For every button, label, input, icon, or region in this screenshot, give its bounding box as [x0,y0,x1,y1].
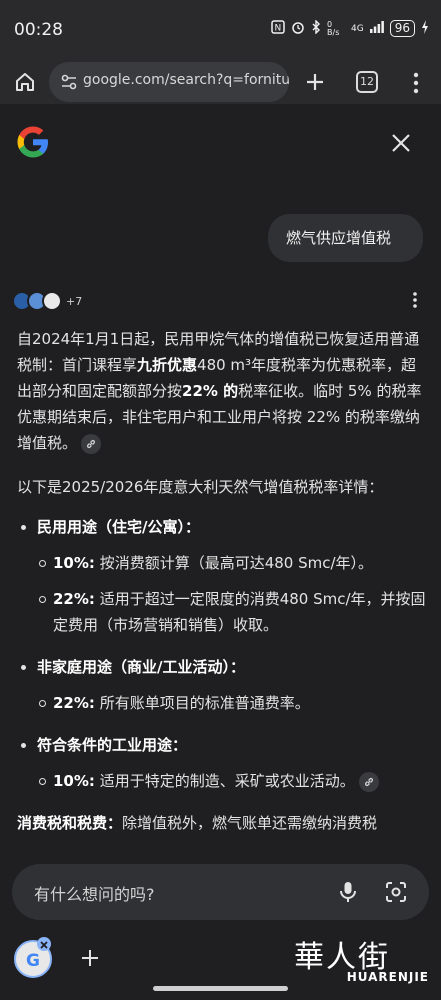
tax-text: 除增值税外，燃气账单还需缴纳消费税 [122,814,378,832]
status-bar: 00:28 N 0 B/s 4G 96 [0,0,441,62]
rate-group: 民用用途（住宅/公寓）： 10%: 按消费额计算（最高可达480 Smc/年）。… [17,514,427,638]
answer-bold: 九折优惠 [137,356,198,374]
answer-bold: 22% 的 [182,382,239,400]
rate-group: 符合条件的工业用途： 10%: 适用于特定的制造、采矿或农业活动。 [17,732,427,794]
address-bar[interactable]: google.com/search?q=fornitura [49,62,289,102]
network-speed: 0 B/s [327,19,340,37]
bottom-bar: G 華人街 HUARENJIE [0,930,441,1000]
rate-list: 民用用途（住宅/公寓）： 10%: 按消费额计算（最高可达480 Smc/年）。… [17,514,427,794]
svg-text:N: N [275,24,282,34]
rate-group-title: 符合条件的工业用途： [17,732,427,758]
add-tab-icon[interactable] [80,948,100,968]
tax-paragraph: 消费税和税费：除增值税外，燃气账单还需缴纳消费税 [17,810,427,836]
microphone-icon[interactable] [337,880,359,904]
close-icon[interactable] [390,132,412,154]
google-lens-icon[interactable] [384,880,408,904]
rate-value: 22%: [53,590,95,608]
rate-item: 22%: 适用于超过一定限度的消费480 Smc/年，并按固定费用（市场营销和销… [17,586,427,638]
rate-group-title: 民用用途（住宅/公寓）： [17,514,427,540]
watermark-english: HUARENJIE [346,970,429,984]
tab-switcher-button[interactable]: 12 [356,71,378,93]
home-icon[interactable] [13,70,37,94]
status-icons: N 0 B/s 4G 96 [271,19,429,37]
source-favicon[interactable] [42,291,62,311]
alarm-icon [291,20,305,37]
gesture-home-indicator[interactable] [153,986,288,991]
rate-item: 22%: 所有账单项目的标准普通费率。 [17,690,427,716]
answer-paragraph-1: 自2024年1月1日起，民用甲烷气体的增值税已恢复适用普通税制：首门课程享九折优… [17,326,427,456]
more-sources-count[interactable]: +7 [66,295,82,308]
battery-indicator: 96 [389,20,415,37]
url-text[interactable]: google.com/search?q=fornitura [83,72,289,88]
close-tab-icon[interactable] [37,937,51,951]
answer-options-icon[interactable] [408,290,422,310]
rate-text: 适用于特定的制造、采矿或农业活动。 [99,772,355,790]
rate-text: 按消费额计算（最高可达480 Smc/年）。 [99,554,374,572]
user-query-bubble: 燃气供应增值税 [268,214,423,262]
ask-input[interactable]: 有什么想问的吗? [12,864,429,920]
site-settings-icon[interactable] [59,72,79,92]
ask-input-placeholder[interactable]: 有什么想问的吗? [34,881,155,905]
charging-icon [421,20,429,37]
tax-label: 消费税和税费： [17,814,123,832]
rate-text: 所有账单项目的标准普通费率。 [99,694,310,712]
rate-group: 非家庭用途（商业/工业活动）： 22%: 所有账单项目的标准普通费率。 [17,654,427,716]
browser-menu-icon[interactable] [404,70,428,96]
signal-label: 4G [351,23,364,34]
watermark-logo: 華人街 HUARENJIE [290,930,435,990]
status-time: 00:28 [14,20,63,40]
rate-group-title: 非家庭用途（商业/工业活动）： [17,654,427,680]
signal-icon [369,21,384,36]
new-tab-plus-icon[interactable] [303,70,327,94]
rate-value: 10%: [53,772,95,790]
rate-item: 10%: 适用于特定的制造、采矿或农业活动。 [17,768,427,794]
rate-text: 适用于超过一定限度的消费480 Smc/年，并按固定费用（市场营销和销售）收取。 [53,590,426,634]
rate-item: 10%: 按消费额计算（最高可达480 Smc/年）。 [17,550,427,576]
rate-value: 10%: [53,554,95,572]
citation-link-icon[interactable] [81,433,102,454]
source-favicons[interactable]: +7 [12,290,82,312]
svg-text:G: G [26,951,40,971]
nfc-icon: N [271,20,285,37]
ai-answer: 自2024年1月1日起，民用甲烷气体的增值税已恢复适用普通税制：首门课程享九折优… [17,326,427,836]
browser-toolbar: google.com/search?q=fornitura 12 [0,62,441,104]
bluetooth-icon [311,19,321,37]
rate-value: 22%: [53,694,95,712]
google-logo [15,124,51,160]
citation-link-icon[interactable] [358,771,379,792]
answer-paragraph-2: 以下是2025/2026年度意大利天然气增值税税率详情： [17,478,384,496]
